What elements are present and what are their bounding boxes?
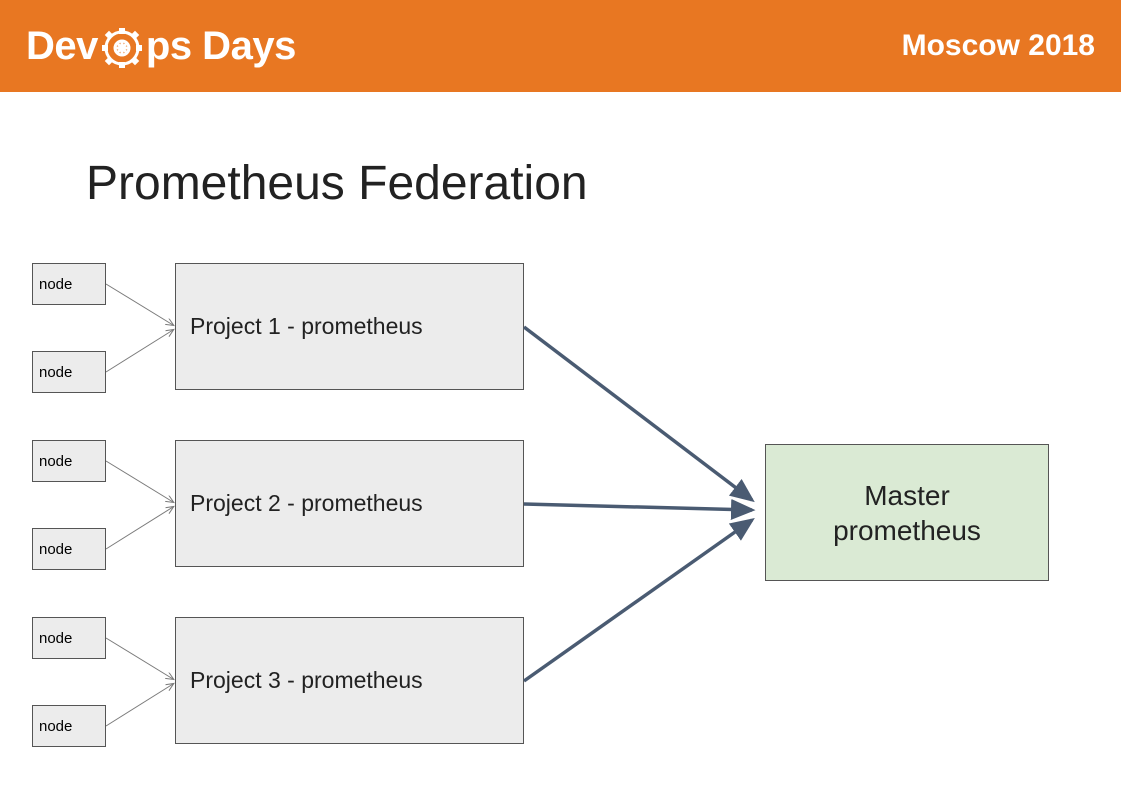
slide-header: Dev: [0, 0, 1121, 92]
master-label: Master prometheus: [833, 478, 981, 548]
diagram-arrows: [0, 0, 1121, 793]
node-box: node: [32, 528, 106, 570]
node-box: node: [32, 705, 106, 747]
project-box: Project 2 - prometheus: [175, 440, 524, 567]
slide-title: Prometheus Federation: [86, 156, 588, 211]
location-year: Moscow 2018: [902, 29, 1095, 63]
node-box: node: [32, 617, 106, 659]
brand-prefix: Dev: [26, 24, 98, 69]
project-box: Project 3 - prometheus: [175, 617, 524, 744]
project-box: Project 1 - prometheus: [175, 263, 524, 390]
gear-icon: [100, 26, 144, 70]
master-box: Master prometheus: [765, 444, 1049, 581]
brand-suffix: ps Days: [146, 24, 296, 69]
node-box: node: [32, 263, 106, 305]
node-box: node: [32, 351, 106, 393]
node-box: node: [32, 440, 106, 482]
brand-logo: Dev: [26, 24, 296, 69]
